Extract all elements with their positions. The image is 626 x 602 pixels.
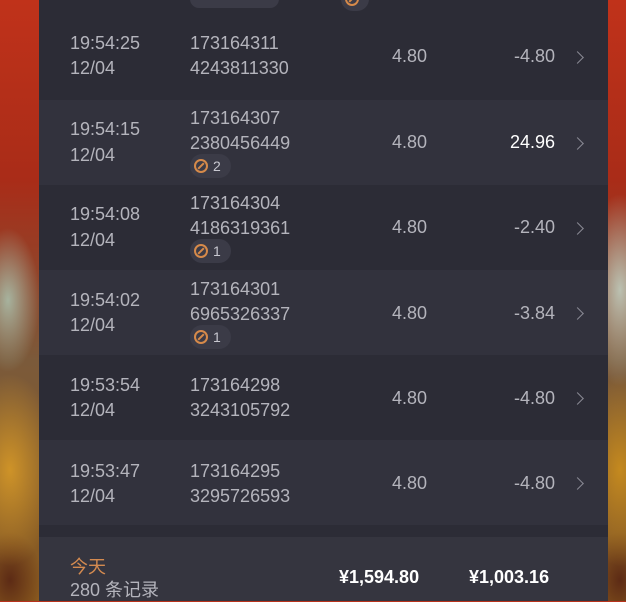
row-amount: 4.80 — [391, 46, 427, 66]
badge-icon — [194, 330, 208, 344]
summary-footer: 今天 280 条记录 ¥1,594.80 ¥1,003.16 — [39, 537, 608, 601]
row-order-id-a: 173164301 — [190, 279, 281, 299]
row-date: 12/04 — [70, 400, 116, 420]
row-time: 19:53:47 — [70, 461, 141, 481]
badge-icon — [194, 244, 208, 258]
history-panel: 19:54:25 12/04 173164311 4243811330 4.80… — [39, 0, 608, 601]
badge-count: 2 — [213, 158, 221, 174]
multiplier-badge: 1 — [190, 239, 231, 263]
row-order-id-a: 173164298 — [190, 375, 281, 395]
chevron-right-icon[interactable] — [571, 222, 584, 235]
row-amount: 4.80 — [391, 473, 427, 493]
chevron-right-icon[interactable] — [571, 392, 584, 405]
history-row[interactable]: 19:54:25 12/04 173164311 4243811330 4.80… — [39, 15, 608, 100]
row-order-id-b: 4243811330 — [190, 58, 289, 78]
row-time: 19:54:25 — [70, 33, 141, 53]
row-date: 12/04 — [70, 230, 116, 250]
row-order-id-a: 173164311 — [190, 33, 279, 53]
row-delta: -4.80 — [513, 473, 555, 493]
row-date: 12/04 — [70, 58, 116, 78]
row-order-id-b: 4186319361 — [190, 218, 291, 238]
row-amount: 4.80 — [391, 388, 427, 408]
row-order-id-a: 173164295 — [190, 461, 281, 481]
row-time: 19:54:08 — [70, 204, 141, 224]
row-order-id-a: 173164307 — [190, 108, 281, 128]
total-amount: ¥1,594.80 — [339, 567, 420, 587]
row-amount: 4.80 — [391, 303, 427, 323]
row-delta: -2.40 — [513, 217, 555, 237]
chevron-right-icon[interactable] — [571, 477, 584, 490]
total-delta: ¥1,003.16 — [469, 567, 550, 587]
row-delta: -4.80 — [513, 388, 555, 408]
row-time: 19:54:02 — [70, 290, 141, 310]
row-amount: 4.80 — [391, 217, 427, 237]
badge-count: 1 — [213, 329, 221, 345]
row-time: 19:54:15 — [70, 119, 141, 139]
row-date: 12/04 — [70, 145, 116, 165]
multiplier-badge: 1 — [190, 325, 231, 349]
chevron-right-icon[interactable] — [571, 307, 584, 320]
row-amount: 4.80 — [391, 132, 427, 152]
row-order-id-b: 6965326337 — [190, 304, 291, 324]
multiplier-badge: 2 — [190, 154, 231, 178]
row-time: 19:53:54 — [70, 375, 141, 395]
badge-icon — [194, 159, 208, 173]
badge-count: 1 — [213, 243, 221, 259]
chevron-right-icon[interactable] — [571, 51, 584, 64]
history-row[interactable]: 19:54:02 12/04 173164301 6965326337 1 4.… — [39, 270, 608, 355]
history-row[interactable]: 19:53:54 12/04 173164298 3243105792 4.80… — [39, 355, 608, 440]
row-order-id-a: 173164304 — [190, 193, 281, 213]
history-row[interactable]: 19:54:08 12/04 173164304 4186319361 1 4.… — [39, 185, 608, 270]
record-count: 280 条记录 — [70, 580, 160, 600]
row-date: 12/04 — [70, 315, 116, 335]
row-order-id-b: 3295726593 — [190, 486, 291, 506]
history-row[interactable]: 19:53:47 12/04 173164295 3295726593 4.80… — [39, 440, 608, 525]
chevron-right-icon[interactable] — [571, 137, 584, 150]
partial-badge — [190, 0, 369, 11]
row-delta: -4.80 — [513, 46, 555, 66]
history-row[interactable]: 19:54:15 12/04 173164307 2380456449 2 4.… — [39, 100, 608, 185]
row-order-id-b: 2380456449 — [190, 133, 291, 153]
row-delta: -3.84 — [513, 303, 555, 323]
row-delta: 24.96 — [509, 132, 555, 152]
badge-icon — [345, 0, 359, 6]
row-order-id-b: 3243105792 — [190, 400, 291, 420]
row-date: 12/04 — [70, 486, 116, 506]
